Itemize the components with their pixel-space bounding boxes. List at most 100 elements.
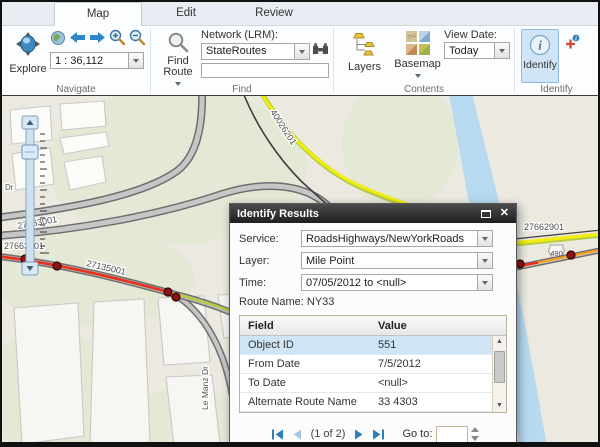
identify-info-circle-icon: i bbox=[529, 47, 551, 59]
group-label-navigate: Navigate bbox=[2, 84, 150, 95]
basemap-button[interactable]: Basemap bbox=[391, 28, 444, 83]
scroll-up-icon[interactable]: ▲ bbox=[493, 337, 506, 347]
layers-icon bbox=[352, 49, 378, 61]
map-canvas[interactable]: 490 27663001 2766310 bbox=[2, 95, 598, 442]
service-value: RoadsHighways/NewYorkRoads bbox=[306, 233, 464, 245]
table-header-field: Field bbox=[240, 320, 372, 332]
service-combobox[interactable]: RoadsHighways/NewYorkRoads bbox=[301, 230, 493, 247]
route-name-label: Route Name: bbox=[239, 296, 304, 308]
zoom-in-icon[interactable] bbox=[109, 29, 126, 51]
back-extent-arrow-icon[interactable] bbox=[69, 31, 86, 49]
view-date-value: Today bbox=[449, 45, 478, 57]
identify-button[interactable]: i Identify bbox=[521, 29, 559, 83]
layers-label: Layers bbox=[338, 61, 391, 73]
basemap-label: Basemap bbox=[391, 58, 444, 70]
scroll-down-icon[interactable]: ▼ bbox=[493, 401, 506, 411]
chevron-down-icon bbox=[482, 281, 488, 288]
table-header-value: Value bbox=[372, 320, 506, 332]
close-icon[interactable]: ✕ bbox=[500, 208, 509, 219]
table-row[interactable]: To Date <null> bbox=[240, 374, 492, 393]
route-name-value: NY33 bbox=[307, 296, 335, 308]
last-page-button[interactable] bbox=[372, 429, 385, 440]
network-lrm-label: Network (LRM): bbox=[201, 29, 329, 41]
cell-field: Alternate Route Name bbox=[240, 396, 372, 408]
find-route-button[interactable]: Find Route bbox=[155, 28, 201, 83]
cell-value: 551 bbox=[372, 339, 492, 351]
layers-button[interactable]: Layers bbox=[338, 28, 391, 83]
group-label-contents: Contents bbox=[334, 84, 514, 95]
route-input[interactable] bbox=[201, 63, 329, 78]
chevron-down-icon bbox=[499, 49, 505, 56]
spinner-down-icon[interactable] bbox=[471, 436, 479, 445]
view-date-label: View Date: bbox=[444, 29, 510, 41]
cell-field: To Date bbox=[240, 377, 372, 389]
app-window: Map Edit Review Explore bbox=[0, 0, 600, 447]
layer-label: Layer: bbox=[239, 255, 301, 267]
svg-text:i: i bbox=[538, 38, 542, 53]
network-lrm-dropdown-button[interactable] bbox=[294, 44, 309, 59]
previous-page-button[interactable] bbox=[292, 429, 302, 440]
table-row[interactable]: Alternate Route Name 33 4303 bbox=[240, 393, 492, 412]
street-label-le-manz-dr: Le Manz Dr bbox=[200, 366, 210, 410]
chevron-down-icon bbox=[299, 50, 305, 57]
group-label-identify: Identify bbox=[515, 84, 598, 95]
layer-dropdown-button[interactable] bbox=[477, 253, 492, 268]
identify-route-characteristics-icon[interactable]: i bbox=[564, 34, 580, 83]
table-row[interactable]: Object ID 551 bbox=[240, 336, 492, 355]
pagination-bar: (1 of 2) Go to: bbox=[230, 417, 516, 447]
network-lrm-value: StateRoutes bbox=[206, 45, 267, 57]
zoom-out-icon[interactable] bbox=[129, 29, 146, 51]
time-dropdown-button[interactable] bbox=[477, 275, 492, 290]
forward-extent-arrow-icon[interactable] bbox=[89, 31, 106, 49]
spinner-up-icon[interactable] bbox=[471, 423, 479, 432]
route-name-line: Route Name: NY33 bbox=[239, 296, 507, 308]
service-dropdown-button[interactable] bbox=[477, 231, 492, 246]
table-row[interactable]: From Date 7/5/2012 bbox=[240, 355, 492, 374]
chevron-down-icon bbox=[415, 74, 421, 81]
scrollbar-thumb[interactable] bbox=[494, 351, 505, 383]
cell-value: 7/5/2012 bbox=[372, 358, 492, 370]
group-navigate: Explore bbox=[2, 26, 150, 95]
view-date-dropdown-button[interactable] bbox=[494, 43, 509, 58]
table-header-row: Field Value bbox=[240, 316, 506, 336]
dialog-title-bar[interactable]: Identify Results ✕ bbox=[230, 204, 516, 223]
map-scale-combobox[interactable]: 1 : 36,112 bbox=[50, 52, 144, 69]
table-scrollbar[interactable]: ▲ ▼ bbox=[492, 336, 506, 412]
explore-label: Explore bbox=[6, 63, 50, 75]
layer-combobox[interactable]: Mile Point bbox=[301, 252, 493, 269]
cell-field: Object ID bbox=[240, 339, 372, 351]
page-indicator: (1 of 2) bbox=[311, 428, 346, 440]
map-scale-value: 1 : 36,112 bbox=[55, 55, 103, 67]
dialog-title: Identify Results bbox=[237, 208, 319, 220]
first-page-button[interactable] bbox=[271, 429, 284, 440]
tab-edit[interactable]: Edit bbox=[142, 2, 230, 25]
street-label-dr: Dr bbox=[5, 183, 14, 192]
basemap-icon bbox=[406, 46, 430, 58]
binoculars-icon[interactable] bbox=[312, 42, 329, 60]
time-combobox[interactable]: 07/05/2012 to <null> bbox=[301, 274, 493, 291]
explore-button[interactable]: Explore bbox=[6, 28, 50, 83]
maximize-icon[interactable] bbox=[481, 210, 491, 218]
map-scale-dropdown-button[interactable] bbox=[128, 53, 143, 68]
chevron-down-icon bbox=[482, 237, 488, 244]
group-find: Find Route Network (LRM): StateRoutes F bbox=[151, 26, 333, 95]
route-label-27662901: 27662901 bbox=[524, 222, 564, 232]
identify-results-dialog: Identify Results ✕ Service: RoadsHighway… bbox=[229, 203, 517, 447]
tab-map[interactable]: Map bbox=[54, 2, 142, 26]
cell-field: From Date bbox=[240, 358, 372, 370]
group-identify: i Identify i Identify bbox=[515, 26, 598, 95]
view-date-combobox[interactable]: Today bbox=[444, 42, 510, 59]
group-contents: Layers Basemap View Date: Today bbox=[334, 26, 514, 95]
cell-value: <null> bbox=[372, 377, 492, 389]
next-page-button[interactable] bbox=[354, 429, 364, 440]
goto-page-input[interactable] bbox=[436, 426, 468, 443]
full-extent-globe-icon[interactable] bbox=[50, 30, 66, 51]
layer-value: Mile Point bbox=[306, 255, 354, 267]
network-lrm-combobox[interactable]: StateRoutes bbox=[201, 43, 310, 60]
service-label: Service: bbox=[239, 233, 301, 245]
tab-review[interactable]: Review bbox=[230, 2, 318, 25]
explore-compass-icon bbox=[15, 44, 41, 61]
time-value: 07/05/2012 to <null> bbox=[306, 277, 406, 289]
chevron-down-icon bbox=[482, 259, 488, 266]
goto-spinner[interactable] bbox=[471, 423, 479, 445]
